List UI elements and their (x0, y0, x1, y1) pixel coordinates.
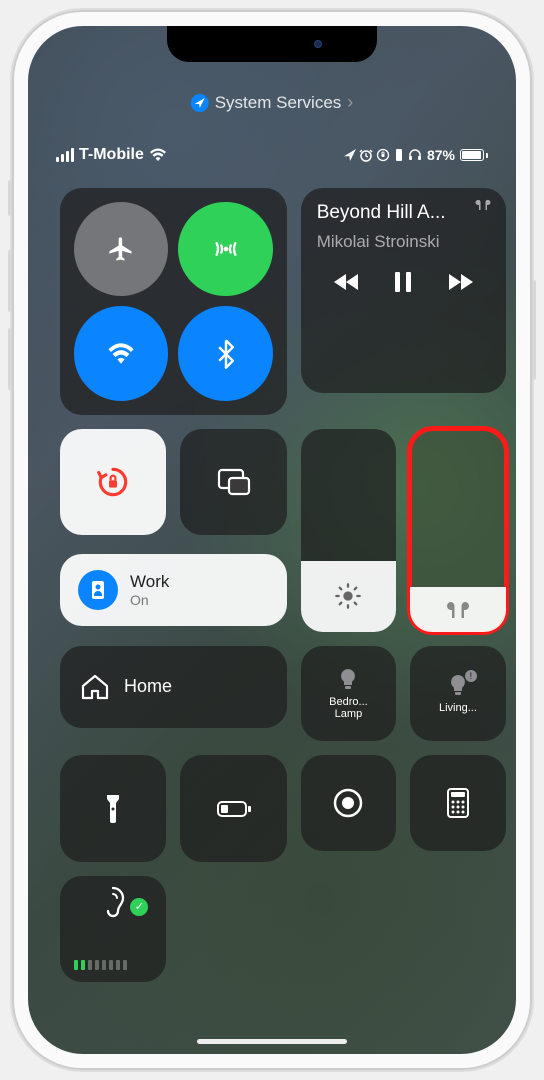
check-badge-icon: ✓ (130, 898, 148, 916)
cellular-signal-icon (56, 148, 74, 162)
play-pause-button[interactable] (393, 270, 413, 294)
location-arrow-icon (344, 149, 356, 161)
connectivity-tile[interactable] (60, 188, 287, 415)
notch (167, 26, 377, 62)
recent-activity-banner[interactable]: System Services › (191, 92, 354, 113)
volume-up-button (8, 250, 12, 312)
home-icon (80, 673, 110, 701)
airpods-icon (474, 198, 492, 212)
focus-tile[interactable]: Work On (60, 554, 287, 626)
calculator-button[interactable] (410, 755, 506, 851)
battery-icon (460, 149, 488, 161)
silence-switch (8, 180, 12, 216)
bedroom-lamp-tile[interactable]: Bedro...Lamp (301, 646, 397, 742)
carrier-text: T-Mobile (79, 146, 144, 164)
wifi-button[interactable] (74, 306, 168, 400)
airpods-icon (443, 599, 473, 621)
calculator-icon (446, 787, 470, 819)
brightness-slider[interactable] (301, 429, 397, 632)
focus-name: Work (130, 572, 169, 592)
rotation-lock-icon (94, 463, 132, 501)
track-artist: Mikolai Stroinski (317, 232, 490, 252)
orientation-lock-button[interactable] (60, 429, 166, 535)
screen: System Services › T-Mobile (28, 26, 516, 1054)
home-label: Home (124, 676, 172, 697)
previous-track-button[interactable] (334, 272, 360, 292)
status-bar: T-Mobile (28, 146, 516, 164)
alarm-icon (359, 148, 373, 162)
record-icon (332, 787, 364, 819)
screen-mirroring-button[interactable] (180, 429, 286, 535)
low-power-mode-button[interactable] (180, 755, 286, 861)
living-room-tile[interactable]: ! Living... (410, 646, 506, 742)
track-title: Beyond Hill A... (317, 202, 490, 224)
volume-slider[interactable] (410, 429, 506, 632)
chevron-right-icon: › (347, 92, 353, 113)
bulb-icon: ! (449, 674, 467, 698)
audio-level-meter (74, 960, 127, 970)
location-arrow-icon (191, 94, 209, 112)
focus-work-icon (78, 570, 118, 610)
bluetooth-button[interactable] (178, 306, 272, 400)
airplane-mode-button[interactable] (74, 202, 168, 296)
cellular-data-button[interactable] (178, 202, 272, 296)
power-button (532, 280, 536, 380)
accessory-name-line2: Lamp (335, 708, 363, 720)
brightness-icon (334, 582, 362, 610)
volume-down-button (8, 328, 12, 390)
battery-percent: 87% (427, 147, 455, 163)
wifi-icon (149, 148, 167, 162)
flashlight-button[interactable] (60, 755, 166, 861)
home-indicator[interactable] (197, 1039, 347, 1044)
low-power-icon (216, 799, 252, 819)
hearing-button[interactable]: ✓ (60, 876, 166, 982)
accessory-name: Living... (439, 702, 477, 714)
accessory-name-line1: Bedro... (329, 696, 368, 708)
home-tile[interactable]: Home (60, 646, 287, 728)
banner-text: System Services (215, 93, 342, 113)
flashlight-icon (104, 793, 122, 825)
front-camera (314, 40, 322, 48)
next-track-button[interactable] (447, 272, 473, 292)
bulb-icon (339, 668, 357, 692)
screen-mirroring-icon (217, 468, 251, 496)
rotation-lock-icon (376, 148, 390, 162)
focus-status: On (130, 592, 169, 608)
focus-icon (393, 148, 405, 162)
screen-record-button[interactable] (301, 755, 397, 851)
warning-badge-icon: ! (465, 670, 477, 682)
now-playing-tile[interactable]: Beyond Hill A... Mikolai Stroinski (301, 188, 506, 393)
control-center-grid: Beyond Hill A... Mikolai Stroinski (60, 188, 484, 939)
headphones-icon (408, 148, 422, 162)
phone-frame: System Services › T-Mobile (12, 10, 532, 1070)
